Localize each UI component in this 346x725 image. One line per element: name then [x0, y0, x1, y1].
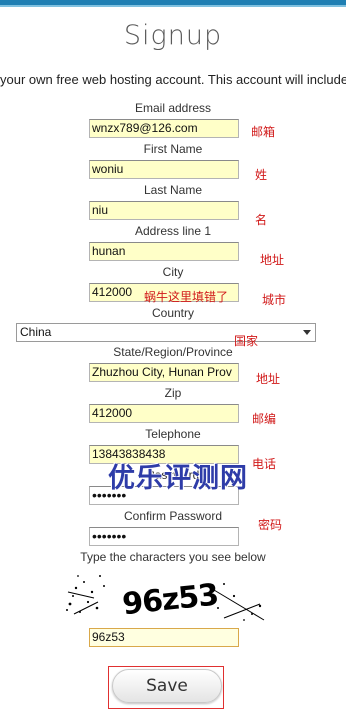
watermark: 优乐评测网: [108, 463, 248, 494]
first-name-field[interactable]: woniu: [89, 160, 239, 179]
confirm-password-label: Confirm Password: [123, 509, 223, 523]
page-title: Signup: [123, 20, 223, 51]
captcha-text: 96z53: [121, 577, 220, 622]
state-label: State/Region/Province: [113, 345, 233, 359]
address-field[interactable]: hunan: [89, 242, 239, 261]
zip-field[interactable]: 412000: [89, 404, 239, 423]
captcha-image: 96z53: [66, 575, 265, 622]
zip-annotation: 邮编: [252, 412, 277, 426]
city-inline-annotation: 蜗牛这里填错了: [144, 290, 229, 304]
captcha-label: Type the characters you see below: [80, 550, 266, 564]
country-label: Country: [151, 306, 195, 320]
email-label: Email address: [134, 101, 212, 115]
city-label: City: [162, 265, 184, 279]
last-name-label: Last Name: [143, 183, 203, 197]
chevron-down-icon[interactable]: [303, 330, 311, 335]
password-annotation: 密码: [258, 518, 283, 532]
email-field[interactable]: wnzx789@126.com: [89, 119, 239, 138]
top-accent-bar: [0, 0, 346, 7]
state-annotation: 地址: [256, 372, 281, 386]
address-label: Address line 1: [134, 224, 212, 238]
last-name-field[interactable]: niu: [89, 201, 239, 220]
telephone-label: Telephone: [145, 427, 201, 441]
state-field[interactable]: Zhuzhou City, Hunan Prov: [89, 363, 239, 382]
zip-label: Zip: [164, 386, 182, 400]
country-selected-value: China: [20, 325, 52, 339]
country-select[interactable]: China: [16, 323, 316, 342]
save-button[interactable]: Save: [112, 669, 222, 703]
first-name-annotation: 姓: [255, 168, 268, 182]
top-accent-stripe: [0, 5, 346, 7]
first-name-label: First Name: [143, 142, 203, 156]
confirm-password-field[interactable]: •••••••: [89, 527, 239, 546]
email-annotation: 邮箱: [251, 125, 276, 139]
intro-text: your own free web hosting account. This …: [0, 72, 346, 87]
captcha-input[interactable]: 96z53: [89, 628, 239, 647]
